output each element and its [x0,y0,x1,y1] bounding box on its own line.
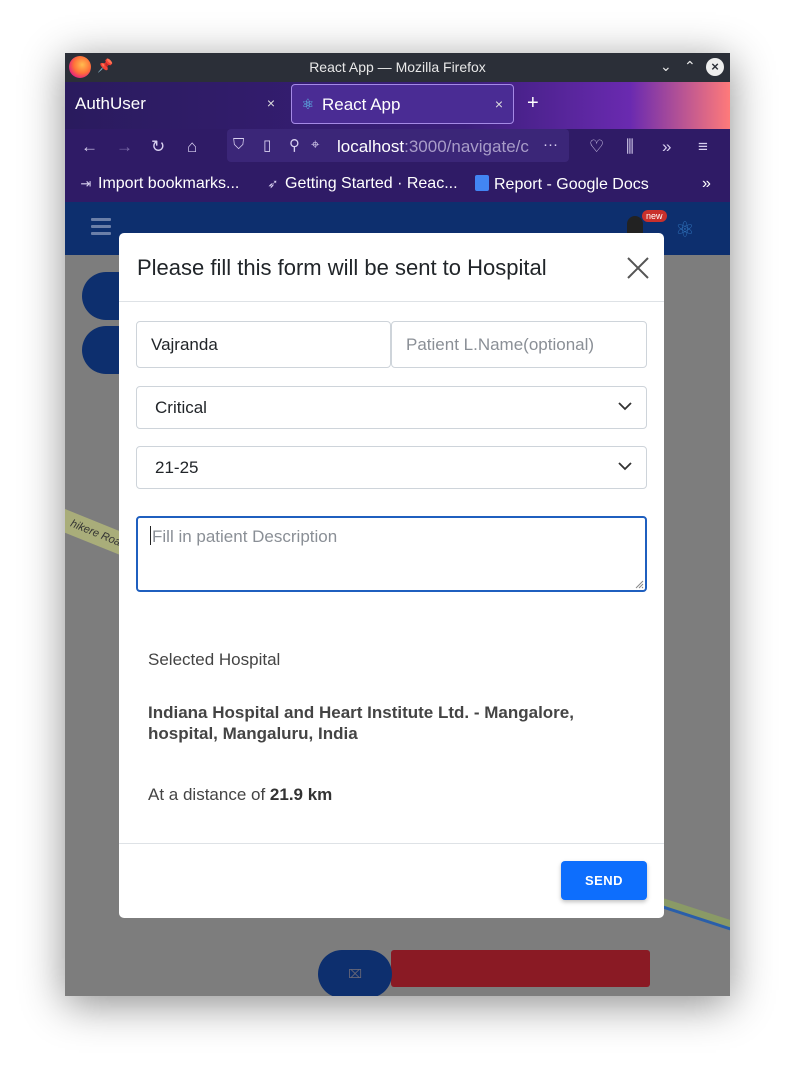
age-value: 21-25 [155,458,199,477]
page-content: new ⚛ hikere Road ⌧ Please fill this for… [65,202,730,996]
hamburger-menu-icon[interactable] [91,218,111,239]
floating-action-button[interactable]: ⌧ [318,950,392,996]
close-icon[interactable] [624,254,652,282]
reload-icon[interactable]: ↻ [151,137,165,157]
hospital-form-modal: Please fill this form will be sent to Ho… [119,233,664,918]
tab-authuser[interactable]: AuthUser × [65,84,285,124]
severity-value: Critical [155,398,207,417]
menu-icon[interactable]: ≡ [698,137,708,157]
window-close-button[interactable]: × [706,58,724,76]
library-icon[interactable]: ⫼ [626,137,634,157]
tab-label: React App [322,95,401,114]
new-tab-button[interactable]: + [527,92,539,115]
selected-hospital-label: Selected Hospital [148,650,281,669]
send-button[interactable]: SEND [561,861,647,900]
description-placeholder: Fill in patient Description [152,527,338,546]
description-textarea[interactable]: Fill in patient Description [136,516,647,592]
new-badge: new [642,210,667,222]
nav-bar: ← → ↻ ⌂ ⛉ ▯ ⚲ ⌖ localhost:3000/navigate/… [65,129,730,165]
import-icon: ⇥ [80,176,92,191]
pocket-icon[interactable]: ♡ [589,137,604,157]
home-icon[interactable]: ⌂ [187,137,197,157]
bookmark-getting-started[interactable]: ➶ Getting Started · Reac... [266,175,458,193]
bookmark-import[interactable]: ⇥ Import bookmarks... [79,175,240,193]
maximize-button[interactable]: ⌃ [684,58,696,75]
url-bar[interactable]: ⛉ ▯ ⚲ ⌖ localhost:3000/navigate/c ··· [227,129,569,162]
bookmarks-toolbar: ⇥ Import bookmarks... ➶ Getting Started · … [65,165,730,202]
google-docs-icon [475,175,489,191]
title-bar: 📌 React App — Mozilla Firefox ⌄ ⌃ × [65,53,730,82]
back-icon[interactable]: ← [81,137,98,157]
hospital-name: Indiana Hospital and Heart Institute Ltd… [148,703,574,743]
minimize-button[interactable]: ⌄ [660,58,672,75]
overflow-chevron-icon[interactable]: » [662,137,671,157]
age-select[interactable]: 21-25 [136,446,647,489]
more-icon[interactable]: ··· [543,136,558,153]
distance-value: 21.9 km [269,785,333,804]
tab-close-icon[interactable]: × [267,95,275,111]
severity-select[interactable]: Critical [136,386,647,429]
modal-footer-divider [119,843,664,844]
modal-header: Please fill this form will be sent to Ho… [119,233,664,302]
permissions-icon[interactable]: ⚲ [289,136,300,154]
shield-icon[interactable]: ⛉ [233,136,244,153]
chevron-down-icon [618,402,632,411]
browser-window: 📌 React App — Mozilla Firefox ⌄ ⌃ × Auth… [65,53,730,996]
window-title: React App — Mozilla Firefox [309,59,486,75]
rocket-icon: ➶ [267,176,279,191]
location-icon[interactable]: ⌖ [311,136,319,153]
tab-close-icon[interactable]: × [495,96,503,112]
text-caret [150,526,151,545]
tab-react-app[interactable]: ⚛ React App × [291,84,514,124]
cancel-button-background[interactable] [391,950,650,987]
tab-label: AuthUser [75,94,146,113]
distance-text: At a distance of 21.9 km [148,785,333,804]
last-name-field[interactable]: Patient L.Name(optional) [391,321,647,368]
forward-icon[interactable]: → [116,137,133,157]
first-name-field[interactable]: Vajranda [136,321,391,368]
modal-title: Please fill this form will be sent to Ho… [137,255,547,280]
bookmark-report[interactable]: Report - Google Docs [475,175,649,194]
page-icon[interactable]: ▯ [263,136,271,154]
tab-bar: AuthUser × ⚛ React App × + [65,82,730,129]
url-text[interactable]: localhost:3000/navigate/c [337,137,535,157]
resize-grip-icon[interactable] [634,579,644,589]
chevron-down-icon [618,462,632,471]
react-logo-icon: ⚛ [675,217,695,242]
react-favicon-icon: ⚛ [301,96,315,112]
bookmarks-overflow-icon[interactable]: » [702,175,711,193]
